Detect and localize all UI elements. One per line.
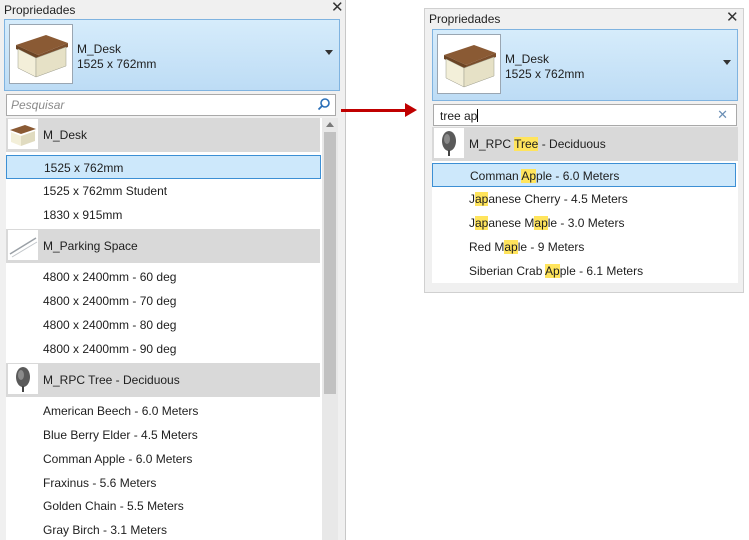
list-item[interactable]: Comman Apple - 6.0 Meters [6, 447, 320, 471]
text-segment: le - 3.0 Meters [547, 216, 625, 230]
tree-thumbnail [8, 364, 38, 394]
chevron-down-icon[interactable] [325, 50, 333, 55]
panel-title: Propriedades [429, 12, 501, 26]
list-item[interactable]: 4800 x 2400mm - 60 deg [6, 265, 320, 289]
list-item-label: 1830 x 915mm [43, 208, 123, 222]
list-item-label: Fraxinus - 5.6 Meters [43, 476, 157, 490]
list-item-label: 4800 x 2400mm - 60 deg [43, 270, 177, 284]
list-item-label: Siberian Crab Apple - 6.1 Meters [469, 259, 643, 283]
group-label: M_Parking Space [43, 239, 138, 253]
tree-thumbnail [434, 128, 464, 158]
text-segment: ple - 6.0 Meters [536, 169, 620, 183]
list-item-label: Gray Birch - 3.1 Meters [43, 523, 168, 537]
search-input[interactable] [11, 97, 261, 113]
list-item-label: 4800 x 2400mm - 80 deg [43, 318, 177, 332]
list-item-label: Comman Apple - 6.0 Meters [470, 164, 619, 188]
transition-arrow [341, 109, 407, 112]
list-item-label: Blue Berry Elder - 4.5 Meters [43, 428, 198, 442]
list-item[interactable]: 1525 x 762mm Student [6, 179, 320, 203]
list-item[interactable]: American Beech - 6.0 Meters [6, 399, 320, 423]
text-segment: Red M [469, 240, 505, 254]
text-segment: - Deciduous [538, 137, 606, 151]
type-selector[interactable]: M_Desk 1525 x 762mm [432, 29, 738, 101]
list-item-label: 4800 x 2400mm - 90 deg [43, 342, 177, 356]
type-size: 1525 x 762mm [505, 67, 585, 81]
group-row-parking[interactable]: M_Parking Space [6, 229, 320, 263]
match-highlight: ap [534, 216, 548, 230]
search-icon[interactable] [317, 97, 331, 114]
match-highlight: ap [475, 216, 489, 230]
text-caret [477, 109, 479, 122]
panel-title: Propriedades [4, 3, 76, 17]
group-label: M_Desk [43, 128, 88, 142]
properties-panel-right: Propriedades ✕ M_Desk 1525 x 762mm tree … [424, 8, 744, 293]
match-highlight: ap [504, 240, 518, 254]
list-item[interactable]: 4800 x 2400mm - 70 deg [6, 289, 320, 313]
group-row-desk[interactable]: M_Desk [6, 118, 320, 152]
type-name: M_Desk [505, 52, 550, 66]
list-item[interactable]: 4800 x 2400mm - 90 deg [6, 337, 320, 361]
list-item-label: Comman Apple - 6.0 Meters [43, 452, 193, 466]
list-item-label: 1525 x 762mm Student [43, 184, 168, 198]
text-segment: Siberian Crab [469, 264, 546, 278]
match-highlight: ap [475, 192, 489, 206]
text-segment: le - 9 Meters [517, 240, 585, 254]
text-segment: anese M [488, 216, 535, 230]
match-highlight: Tree [514, 137, 539, 151]
type-size: 1525 x 762mm [77, 57, 157, 71]
list-item-label: 4800 x 2400mm - 70 deg [43, 294, 177, 308]
list-item[interactable]: Japanese Cherry - 4.5 Meters [432, 187, 736, 211]
list-item[interactable]: Gray Birch - 3.1 Meters [6, 518, 320, 540]
list-item-label: Red Maple - 9 Meters [469, 235, 584, 259]
list-item[interactable]: Fraxinus - 5.6 Meters [6, 471, 320, 495]
list-item[interactable]: Blue Berry Elder - 4.5 Meters [6, 423, 320, 447]
list-item[interactable]: Golden Chain - 5.5 Meters [6, 494, 320, 518]
close-icon[interactable]: ✕ [726, 10, 739, 26]
group-row-tree[interactable]: M_RPC Tree - Deciduous [432, 127, 738, 161]
list-item-selected[interactable]: Comman Apple - 6.0 Meters [432, 163, 736, 187]
search-box[interactable] [6, 94, 336, 116]
scrollbar[interactable] [322, 118, 338, 540]
text-segment: anese Cherry - 4.5 Meters [488, 192, 628, 206]
list-item-label: American Beech - 6.0 Meters [43, 404, 199, 418]
search-query: tree ap [440, 109, 478, 123]
list-item-label: Japanese Maple - 3.0 Meters [469, 211, 624, 235]
list-item[interactable]: Red Maple - 9 Meters [432, 235, 736, 259]
text-segment: Comman [470, 169, 522, 183]
desk-thumbnail [8, 119, 38, 149]
search-box[interactable]: tree ap ✕ [433, 104, 737, 126]
arrow-head-icon [405, 103, 417, 117]
text-segment: M_RPC [469, 137, 515, 151]
type-list: M_Desk 1525 x 762mm 1525 x 762mm Student… [6, 118, 338, 540]
list-item[interactable]: 4800 x 2400mm - 80 deg [6, 313, 320, 337]
list-item-label: Japanese Cherry - 4.5 Meters [469, 187, 628, 211]
type-selector[interactable]: M_Desk 1525 x 762mm [4, 19, 340, 91]
group-label: M_RPC Tree - Deciduous [469, 127, 606, 161]
desk-thumbnail [9, 24, 73, 84]
text-segment: ple - 6.1 Meters [559, 264, 644, 278]
list-item[interactable]: 1830 x 915mm [6, 203, 320, 227]
match-highlight: Ap [521, 169, 537, 183]
list-item[interactable]: Japanese Maple - 3.0 Meters [432, 211, 736, 235]
chevron-down-icon[interactable] [723, 60, 731, 65]
group-label: M_RPC Tree - Deciduous [43, 373, 180, 387]
group-row-tree[interactable]: M_RPC Tree - Deciduous [6, 363, 320, 397]
match-highlight: Ap [545, 264, 560, 278]
properties-panel-left: Propriedades ✕ M_Desk 1525 x 762mm Pesqu… [0, 0, 346, 540]
parking-space-thumbnail [8, 230, 38, 260]
type-name: M_Desk [77, 42, 122, 56]
search-input[interactable]: tree ap [440, 109, 479, 123]
list-item-label: 1525 x 762mm [44, 161, 124, 175]
desk-thumbnail [437, 34, 501, 94]
filtered-list: M_RPC Tree - Deciduous Comman Apple - 6.… [432, 127, 738, 283]
list-item[interactable]: Siberian Crab Apple - 6.1 Meters [432, 259, 736, 283]
clear-icon[interactable]: ✕ [717, 107, 728, 123]
list-item-selected[interactable]: 1525 x 762mm [6, 155, 321, 179]
scroll-up-icon[interactable] [326, 122, 334, 127]
scrollbar-thumb[interactable] [324, 132, 336, 394]
close-icon[interactable]: ✕ [331, 0, 344, 16]
list-item-label: Golden Chain - 5.5 Meters [43, 499, 184, 513]
